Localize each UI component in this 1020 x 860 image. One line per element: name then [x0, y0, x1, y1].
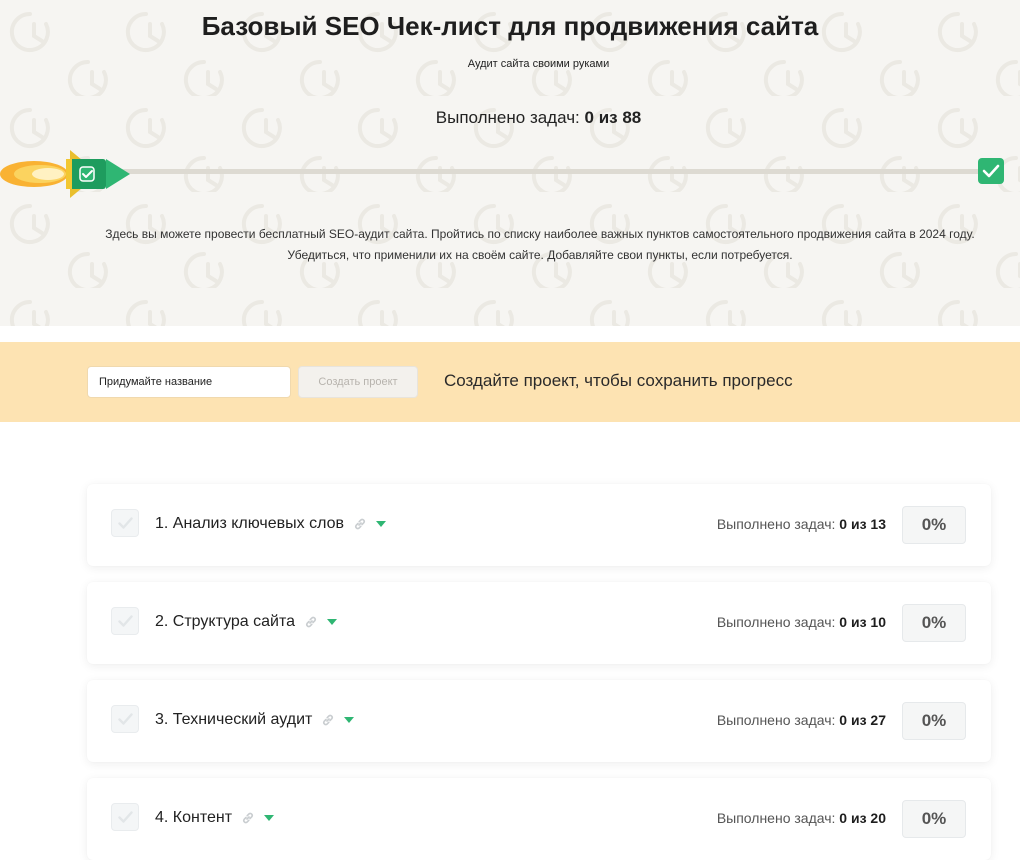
- section-stats-label: Выполнено задач:: [716, 712, 836, 728]
- section-stats-value: 0 из 10: [839, 614, 886, 630]
- project-bar: Создать проект Создайте проект, чтобы со…: [0, 342, 1020, 422]
- section-title-row[interactable]: 2. Структура сайта: [155, 613, 338, 631]
- section-card[interactable]: 4. Контент Выполнено задач: 0 из 20 0%: [87, 778, 991, 860]
- section-card[interactable]: 1. Анализ ключевых слов Выполнено задач:…: [87, 484, 991, 566]
- section-percent-badge: 0%: [902, 702, 966, 740]
- total-progress-value: 0 из 88: [584, 108, 642, 127]
- finish-check-icon: [978, 158, 1004, 184]
- intro-line-1: Здесь вы можете провести бесплатный SEO-…: [105, 227, 975, 241]
- section-title-row[interactable]: 3. Технический аудит: [155, 711, 355, 729]
- chevron-down-icon[interactable]: [376, 521, 387, 527]
- page-subtitle: Аудит сайта своими руками: [467, 58, 610, 70]
- check-icon: [118, 517, 133, 529]
- section-stats: Выполнено задач: 0 из 13: [717, 516, 886, 532]
- check-icon: [118, 615, 133, 627]
- intro-description: Здесь вы можете провести бесплатный SEO-…: [80, 224, 1000, 266]
- link-icon[interactable]: [353, 517, 367, 531]
- total-progress-label: Выполнено задач:: [435, 108, 580, 127]
- section-title[interactable]: 2. Структура сайта: [155, 613, 295, 631]
- section-stats: Выполнено задач: 0 из 20: [717, 810, 886, 826]
- section-stats-value: 0 из 13: [839, 516, 886, 532]
- section-stats-value: 0 из 20: [839, 810, 886, 826]
- section-title-row[interactable]: 4. Контент: [155, 809, 275, 827]
- link-icon[interactable]: [321, 713, 335, 727]
- section-stats-label: Выполнено задач:: [716, 810, 836, 826]
- section-title[interactable]: 1. Анализ ключевых слов: [155, 515, 344, 533]
- background-pattern: [0, 0, 1020, 326]
- page-title: Базовый SEO Чек-лист для продвижения сай…: [201, 11, 819, 41]
- section-percent-badge: 0%: [902, 506, 966, 544]
- total-progress-counter: Выполнено задач: 0 из 88: [0, 108, 1020, 128]
- section-stats: Выполнено задач: 0 из 27: [717, 712, 886, 728]
- section-percent-badge: 0%: [902, 800, 966, 838]
- link-icon[interactable]: [304, 615, 318, 629]
- section-stats-value: 0 из 27: [839, 712, 886, 728]
- link-icon[interactable]: [241, 811, 255, 825]
- hero-section: Базовый SEO Чек-лист для продвижения сай…: [0, 0, 1020, 326]
- section-checkbox[interactable]: [111, 803, 139, 831]
- section-title[interactable]: 3. Технический аудит: [155, 711, 312, 729]
- section-card[interactable]: 3. Технический аудит Выполнено задач: 0 …: [87, 680, 991, 762]
- section-checkbox[interactable]: [111, 705, 139, 733]
- chevron-down-icon[interactable]: [264, 815, 275, 821]
- section-stats-label: Выполнено задач:: [716, 516, 836, 532]
- section-title-row[interactable]: 1. Анализ ключевых слов: [155, 515, 387, 533]
- section-card[interactable]: 2. Структура сайта Выполнено задач: 0 из…: [87, 582, 991, 664]
- create-project-button[interactable]: Создать проект: [298, 366, 418, 398]
- project-name-input[interactable]: [87, 366, 291, 398]
- chevron-down-icon[interactable]: [344, 717, 355, 723]
- rocket-icon: [0, 150, 130, 198]
- section-percent-badge: 0%: [902, 604, 966, 642]
- intro-line-2: Убедиться, что применили их на своём сай…: [287, 248, 793, 262]
- check-icon: [118, 713, 133, 725]
- project-hint: Создайте проект, чтобы сохранить прогрес…: [444, 371, 793, 390]
- section-stats-label: Выполнено задач:: [716, 614, 836, 630]
- section-title[interactable]: 4. Контент: [155, 809, 232, 827]
- check-icon: [118, 811, 133, 823]
- chevron-down-icon[interactable]: [327, 619, 338, 625]
- section-stats: Выполнено задач: 0 из 10: [717, 614, 886, 630]
- progress-track: [110, 169, 990, 174]
- section-checkbox[interactable]: [111, 509, 139, 537]
- section-checkbox[interactable]: [111, 607, 139, 635]
